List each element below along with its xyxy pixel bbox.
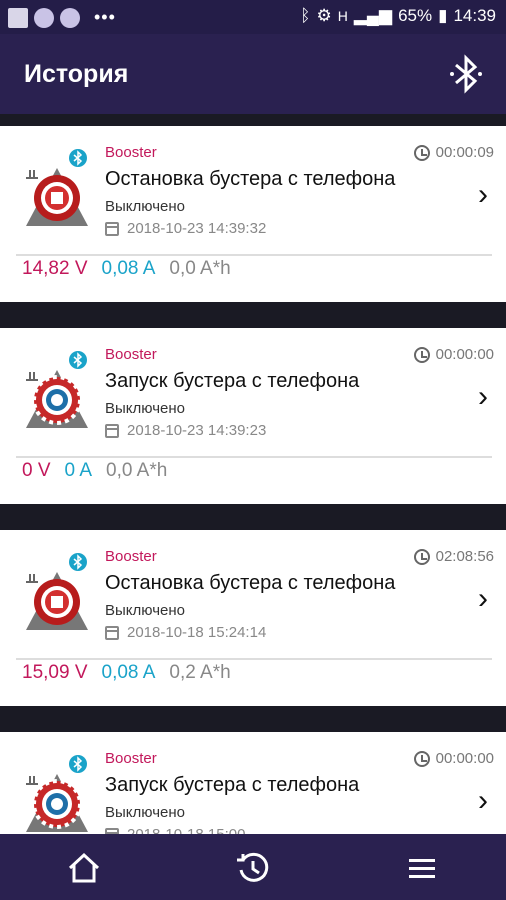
chevron-right-icon[interactable]: › [478,382,488,412]
app-icon [60,7,80,28]
settings-status-icon: ⚙ [316,6,332,25]
device-type: Booster [105,548,157,565]
bottom-navigation [0,834,506,900]
metrics-row: 0 V 0 A 0,0 A*h [22,460,167,482]
clock-icon [413,548,430,565]
charge-value: 0,0 A*h [169,258,231,279]
clock-icon [413,346,430,363]
date-value: 2018-10-18 15:00 [127,826,245,834]
metrics-row: 15,09 V 0,08 A 0,2 A*h [22,662,231,684]
duration: 00:00:00 [413,750,494,767]
clock-time: 14:39 [453,6,496,25]
gallery-icon [8,7,28,28]
chevron-right-icon[interactable]: › [478,584,488,614]
voltage-value: 14,82 V [22,258,88,279]
calendar-icon [105,423,119,438]
duration: 00:00:09 [413,144,494,161]
metrics-row: 14,82 V 0,08 A 0,0 A*h [22,258,231,280]
booster-start-icon [18,754,96,834]
duration-value: 00:00:00 [435,750,494,767]
booster-stop-icon [18,148,96,232]
booster-stop-icon [18,552,96,636]
chevron-right-icon[interactable]: › [478,180,488,210]
voltage-value: 15,09 V [22,662,88,683]
date-value: 2018-10-23 14:39:32 [127,220,267,237]
current-value: 0 A [64,460,93,481]
event-date: 2018-10-18 15:00 [105,826,245,834]
more-notifications-icon: ••• [94,7,116,27]
app-icon [34,7,54,28]
event-title: Остановка бустера с телефона [105,572,396,594]
divider [16,456,492,458]
signal-icon: ▂▄▆ [353,6,393,25]
date-value: 2018-10-18 15:24:14 [127,624,267,641]
calendar-icon [105,221,119,236]
event-status: Выключено [105,602,185,619]
charge-value: 0,0 A*h [106,460,168,481]
clock-icon [413,144,430,161]
event-title: Запуск бустера с телефона [105,774,360,796]
device-type: Booster [105,144,157,161]
date-value: 2018-10-23 14:39:23 [127,422,267,439]
event-title: Остановка бустера с телефона [105,168,396,190]
event-date: 2018-10-23 14:39:23 [105,422,266,439]
duration: 00:00:00 [413,346,494,363]
event-status: Выключено [105,198,185,215]
divider [16,658,492,660]
status-bar: ••• ᛒ ⚙ H ▂▄▆ 65% ▮ 14:39 [0,0,506,34]
network-type: H [337,8,348,24]
system-icons: ᛒ ⚙ H ▂▄▆ 65% ▮ 14:39 [300,6,496,26]
list-item[interactable]: Booster 00:00:00 Запуск бустера с телефо… [0,328,506,504]
event-date: 2018-10-18 15:24:14 [105,624,266,641]
current-value: 0,08 A [101,258,156,279]
app-bar: История [0,34,506,114]
event-status: Выключено [105,400,185,417]
list-item[interactable]: Booster 00:00:09 Остановка бустера с тел… [0,126,506,302]
charge-value: 0,2 A*h [169,662,231,683]
divider [16,254,492,256]
battery-percentage: 65% [398,6,433,25]
duration: 02:08:56 [413,548,494,565]
notification-icons: ••• [8,7,116,28]
voltage-value: 0 V [22,460,51,481]
page-title: История [24,60,129,88]
event-date: 2018-10-23 14:39:32 [105,220,266,237]
home-icon[interactable] [64,848,104,888]
device-type: Booster [105,750,157,767]
bluetooth-status-icon: ᛒ [300,6,311,25]
history-icon[interactable] [233,848,273,888]
battery-icon: ▮ [438,6,448,25]
event-status: Выключено [105,804,185,821]
booster-start-icon [18,350,96,434]
calendar-icon [105,625,119,640]
event-title: Запуск бустера с телефона [105,370,360,392]
duration-value: 02:08:56 [435,548,494,565]
chevron-right-icon[interactable]: › [478,786,488,816]
duration-value: 00:00:00 [435,346,494,363]
bluetooth-icon[interactable] [448,54,484,94]
history-list[interactable]: Booster 00:00:09 Остановка бустера с тел… [0,114,506,834]
duration-value: 00:00:09 [435,144,494,161]
current-value: 0,08 A [101,662,156,683]
list-item[interactable]: Booster 02:08:56 Остановка бустера с тел… [0,530,506,706]
clock-icon [413,750,430,767]
menu-icon[interactable] [402,848,442,888]
list-item[interactable]: Booster 00:00:00 Запуск бустера с телефо… [0,732,506,834]
device-type: Booster [105,346,157,363]
